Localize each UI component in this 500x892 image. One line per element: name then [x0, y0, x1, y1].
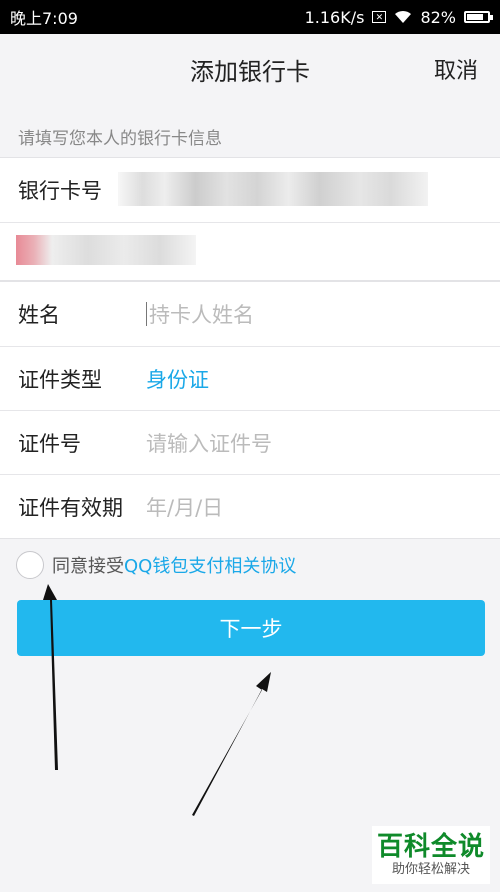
- id-type-row[interactable]: 证件类型 身份证: [0, 346, 500, 410]
- status-indicators: 1.16K/s ✕ 82%: [304, 7, 493, 27]
- watermark-logo: 百科全说 助你轻松解决: [372, 826, 490, 884]
- arrow-to-next-button: [192, 672, 271, 816]
- agreement-prefix: 同意接受: [52, 556, 124, 577]
- watermark-title: 百科全说: [376, 832, 485, 862]
- card-section: 银行卡号: [0, 157, 500, 281]
- text-cursor: [146, 302, 147, 326]
- cancel-button[interactable]: 取消: [434, 53, 478, 85]
- watermark-subtitle: 助你轻松解决: [391, 862, 470, 877]
- form-hint: 请填写您本人的银行卡信息: [18, 129, 222, 149]
- identity-section: 姓名 持卡人姓名 证件类型 身份证 证件号 请输入证件号 证件有效期 年/月/日: [0, 281, 500, 539]
- status-bar: 晚上7:09 1.16K/s ✕ 82%: [0, 0, 500, 34]
- no-sim-icon: ✕: [372, 11, 387, 23]
- battery-percent: 82%: [420, 7, 456, 27]
- agreement-row: 同意接受 QQ钱包支付相关协议: [16, 551, 296, 579]
- id-number-row[interactable]: 证件号 请输入证件号: [0, 410, 500, 474]
- nav-bar: 添加银行卡 取消: [0, 34, 500, 104]
- name-row[interactable]: 姓名 持卡人姓名: [0, 282, 500, 346]
- name-label: 姓名: [18, 303, 60, 327]
- name-input[interactable]: 持卡人姓名: [149, 299, 254, 329]
- card-number-blurred: [118, 172, 428, 206]
- agreement-link[interactable]: QQ钱包支付相关协议: [124, 552, 296, 578]
- status-time: 晚上7:09: [10, 9, 78, 28]
- card-bank-row: [0, 222, 500, 280]
- expiry-row[interactable]: 证件有效期 年/月/日: [0, 474, 500, 538]
- id-number-input[interactable]: 请输入证件号: [146, 428, 272, 458]
- next-button[interactable]: 下一步: [17, 600, 485, 656]
- wifi-icon: [395, 10, 412, 23]
- id-type-label: 证件类型: [18, 367, 102, 392]
- card-number-row[interactable]: 银行卡号: [0, 158, 500, 222]
- expiry-input[interactable]: 年/月/日: [146, 492, 223, 522]
- battery-fill: [467, 14, 484, 20]
- battery-icon: [464, 11, 493, 23]
- id-type-select[interactable]: 身份证: [146, 364, 209, 394]
- card-bank-blurred: [16, 235, 196, 265]
- agree-checkbox[interactable]: [16, 551, 44, 579]
- page-title: 添加银行卡: [190, 57, 310, 86]
- id-number-label: 证件号: [18, 431, 81, 456]
- network-speed: 1.16K/s: [304, 7, 365, 27]
- expiry-label: 证件有效期: [18, 495, 123, 520]
